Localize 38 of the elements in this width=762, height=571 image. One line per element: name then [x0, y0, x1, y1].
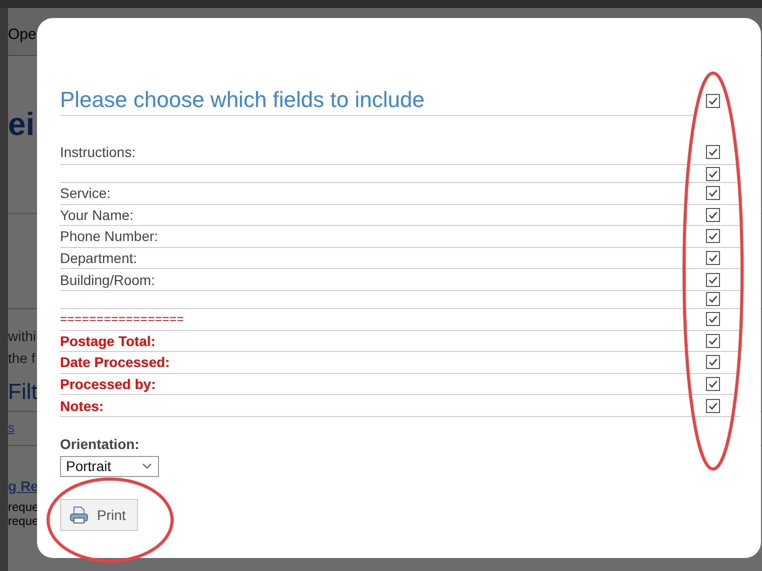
checkbox[interactable] [706, 272, 720, 287]
nav-text: Ope [8, 26, 36, 43]
small-text: reque [8, 500, 39, 514]
checkbox[interactable] [706, 312, 720, 326]
filter-heading: Filt [8, 379, 38, 405]
field-label: Phone Number: [60, 228, 158, 244]
chevron-icon [142, 463, 152, 470]
field-label: Date Processed: [60, 354, 170, 370]
checkbox[interactable] [706, 94, 720, 108]
checkbox[interactable] [706, 377, 720, 392]
checkbox[interactable] [706, 229, 720, 244]
field-label: Department: [60, 250, 138, 266]
field-label: Your Name: [60, 206, 134, 223]
dialog-title: Please choose which fields to include [60, 86, 697, 116]
field-label: Service: [60, 185, 111, 202]
checkbox[interactable] [706, 208, 720, 222]
checkbox[interactable] [706, 292, 720, 306]
checkbox[interactable] [706, 166, 720, 180]
orientation-label: Orientation: [60, 436, 140, 452]
field-label: Notes: [60, 398, 104, 414]
page-heading: ei [8, 106, 35, 143]
small-text: reque [8, 514, 39, 528]
checkbox[interactable] [706, 355, 720, 370]
orientation-select[interactable]: Portrait [60, 456, 159, 477]
checkbox[interactable] [706, 145, 720, 159]
checkbox[interactable] [706, 398, 720, 413]
field-label: ================= [60, 312, 184, 326]
printer-icon [69, 506, 89, 524]
paragraph-text: withi [8, 327, 36, 346]
checkbox[interactable] [706, 334, 720, 348]
field-label: Postage Total: [60, 332, 156, 349]
field-label: Building/Room: [60, 272, 155, 288]
paragraph-text: the f [8, 349, 36, 368]
checkbox[interactable] [706, 186, 720, 200]
field-label: Instructions: [60, 144, 136, 160]
checkbox[interactable] [706, 251, 720, 266]
print-button[interactable]: Print [60, 498, 138, 531]
field-label: Processed by: [60, 376, 156, 392]
